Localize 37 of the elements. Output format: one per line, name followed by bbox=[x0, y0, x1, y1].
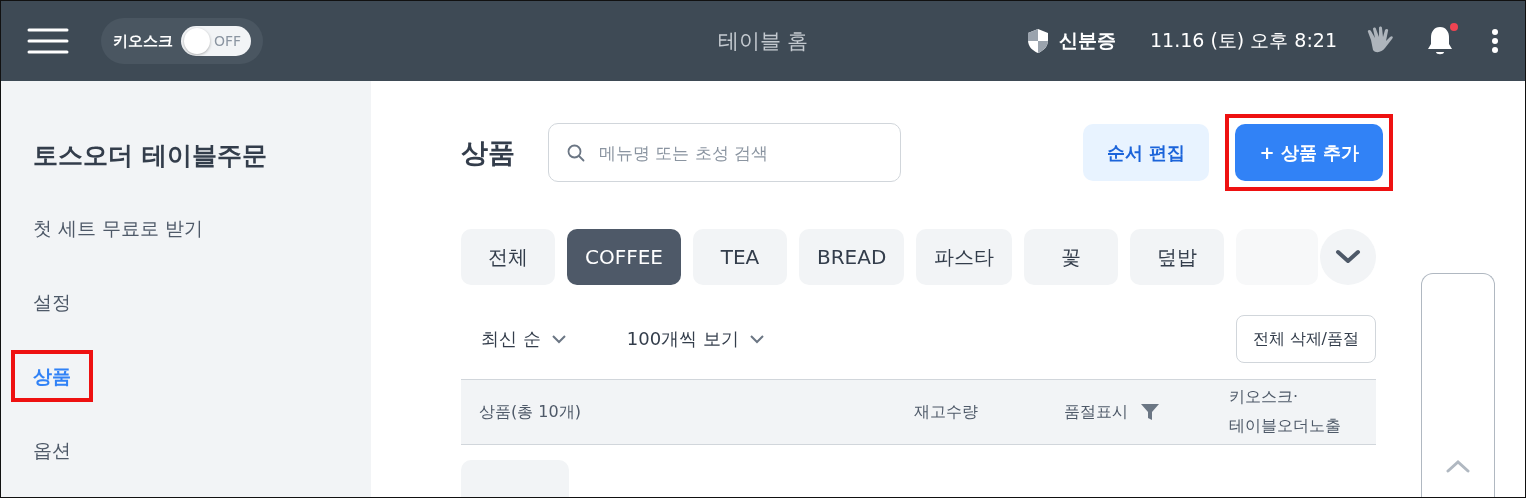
sort-dropdown[interactable]: 100개씩 보기 bbox=[626, 327, 765, 351]
column-header: 키오스크· 테이블오더노출 bbox=[1229, 386, 1342, 438]
shield-icon bbox=[1027, 28, 1049, 54]
category-tab[interactable]: TEA bbox=[693, 229, 787, 285]
expand-categories-button[interactable] bbox=[1320, 229, 1376, 285]
sidebar-item[interactable]: 설정 bbox=[33, 288, 71, 316]
category-tab[interactable]: 파스타 bbox=[916, 229, 1013, 285]
category-tab[interactable]: 꽃 bbox=[1024, 229, 1119, 285]
sidebar-item[interactable]: 첫 세트 무료로 받기 bbox=[33, 214, 204, 242]
category-tab[interactable]: BREAD bbox=[799, 229, 905, 285]
id-card-link[interactable]: 신분증 bbox=[1059, 28, 1116, 54]
chevron-down-icon bbox=[748, 334, 765, 344]
category-tab[interactable]: COFFEE bbox=[567, 229, 681, 285]
page-title: 테이블 홈 bbox=[717, 28, 809, 55]
menu-icon[interactable] bbox=[27, 27, 69, 55]
category-tab[interactable]: 덮밥 bbox=[1130, 229, 1225, 285]
more-options-icon[interactable] bbox=[1491, 28, 1499, 54]
chevron-down-icon bbox=[550, 334, 567, 344]
search-icon bbox=[567, 143, 585, 162]
sidebar-item[interactable]: 옵션 bbox=[33, 436, 71, 464]
search-input[interactable]: 메뉴명 또는 초성 검색 bbox=[597, 141, 882, 164]
date-time: 11.16 (토) 오후 8:21 bbox=[1150, 28, 1337, 53]
bulk-delete-button[interactable]: 전체 삭제/품절 bbox=[1235, 315, 1376, 363]
notification-bell-icon[interactable] bbox=[1425, 25, 1455, 57]
chevron-down-icon bbox=[1335, 249, 1361, 265]
search-field[interactable]: 메뉴명 또는 초성 검색 bbox=[548, 123, 901, 182]
column-header: 품절표시 bbox=[1064, 401, 1128, 424]
add-product-button[interactable]: + 상품 추가 bbox=[1235, 124, 1383, 181]
category-tab[interactable]: 전체 bbox=[461, 229, 555, 285]
kiosk-label: 키오스크 bbox=[113, 31, 173, 51]
sidebar-title: 토스오더 테이블주문 bbox=[33, 140, 268, 172]
filter-icon[interactable] bbox=[1140, 402, 1160, 423]
section-title: 상품 bbox=[461, 135, 516, 170]
sort-dropdown[interactable]: 최신 순 bbox=[481, 327, 567, 351]
column-header: 재고수량 bbox=[914, 401, 979, 424]
column-header: 상품(총 10개) bbox=[479, 401, 582, 424]
edit-order-button[interactable]: 순서 편집 bbox=[1083, 124, 1210, 181]
